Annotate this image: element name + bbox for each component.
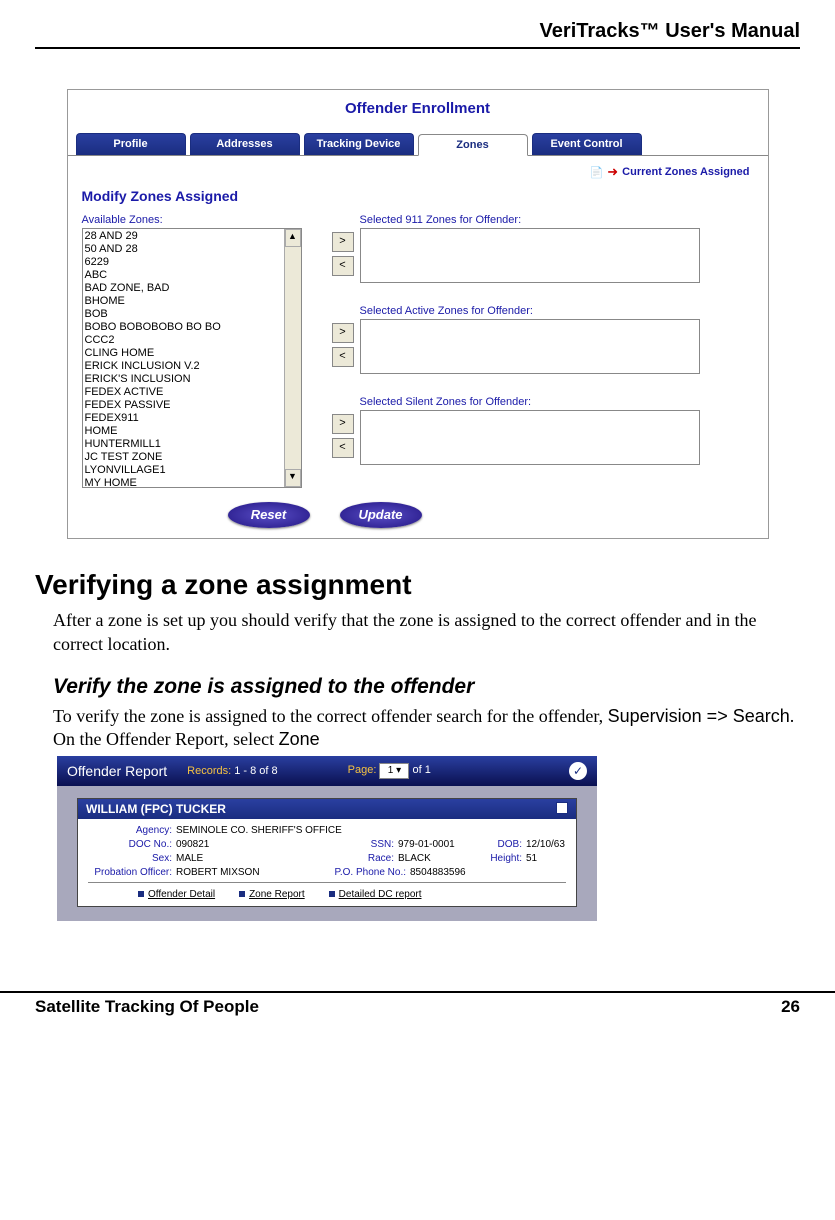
phone-label: P.O. Phone No.: [326,867,410,878]
list-item[interactable]: CCC2 [85,334,299,347]
list-item[interactable]: ERICK'S INCLUSION [85,373,299,386]
bullet-icon [329,891,335,897]
list-item[interactable]: BOB [85,308,299,321]
selected-911-listbox[interactable] [360,228,700,283]
list-item[interactable]: BOBO BOBOBOBO BO BO [85,321,299,334]
offender-card: WILLIAM (FPC) TUCKER Agency: SEMINOLE CO… [77,798,577,907]
remove-911-button[interactable]: < [332,256,354,276]
records-value: 1 - 8 of 8 [234,765,277,777]
height-label: Height: [478,853,526,864]
check-icon[interactable]: ✓ [569,762,587,780]
ssn-value: 979-01-0001 [398,839,478,850]
race-value: BLACK [398,853,478,864]
list-item[interactable]: HOME [85,425,299,438]
manual-title: VeriTracks™ User's Manual [35,20,800,43]
document-icon: 📄 [590,166,604,179]
reset-button[interactable]: Reset [228,502,310,528]
paragraph: To verify the zone is assigned to the co… [35,705,800,753]
zone-report-link[interactable]: Zone Report [249,889,305,900]
page-select[interactable]: 1 ▾ [379,763,409,779]
scroll-down-icon[interactable]: ▼ [285,469,301,487]
list-item[interactable]: 28 AND 29 [85,230,299,243]
list-item[interactable]: BAD ZONE, BAD [85,282,299,295]
scroll-up-icon[interactable]: ▲ [285,229,301,247]
add-active-button[interactable]: > [332,323,354,343]
enrollment-screenshot: Offender Enrollment Profile Addresses Tr… [67,89,769,539]
subsection-heading: Verify the zone is assigned to the offen… [35,675,800,699]
offender-name: WILLIAM (FPC) TUCKER [86,802,226,816]
offender-detail-link[interactable]: Offender Detail [148,889,215,900]
page-of: of 1 [413,764,431,776]
bullet-icon [138,891,144,897]
list-item[interactable]: JC TEST ZONE [85,451,299,464]
report-header: Offender Report Records: 1 - 8 of 8 Page… [57,756,597,786]
list-item[interactable]: ABC [85,269,299,282]
tab-addresses[interactable]: Addresses [190,133,300,155]
doc-value: 090821 [176,839,326,850]
remove-silent-button[interactable]: < [332,438,354,458]
list-item[interactable]: FEDEX911 [85,412,299,425]
update-button[interactable]: Update [340,502,422,528]
list-item[interactable]: BHOME [85,295,299,308]
sex-value: MALE [176,853,326,864]
enrollment-title: Offender Enrollment [68,90,768,133]
ssn-label: SSN: [326,839,398,850]
available-zones-label: Available Zones: [82,214,302,226]
list-item[interactable]: MY HOME [85,477,299,488]
page-footer: Satellite Tracking Of People 26 [0,991,835,1037]
scrollbar[interactable]: ▲ ▼ [284,229,301,487]
arrow-icon: ➜ [607,164,618,180]
race-label: Race: [326,853,398,864]
selected-active-listbox[interactable] [360,319,700,374]
divider [88,882,566,883]
phone-value: 8504883596 [410,867,466,878]
page-number: 26 [781,997,800,1017]
list-item[interactable]: HUNTERMILL1 [85,438,299,451]
tab-profile[interactable]: Profile [76,133,186,155]
po-label: Probation Officer: [88,867,176,878]
header-divider [35,47,800,49]
list-item[interactable]: ERICK INCLUSION V.2 [85,360,299,373]
page-label: Page: [348,764,377,776]
tab-bar: Profile Addresses Tracking Device Zones … [68,133,768,156]
selected-active-label: Selected Active Zones for Offender: [360,305,754,317]
tab-tracking-device[interactable]: Tracking Device [304,133,414,155]
tab-event-control[interactable]: Event Control [532,133,642,155]
agency-value: SEMINOLE CO. SHERIFF'S OFFICE [176,825,342,836]
height-value: 51 [526,853,537,864]
detailed-dc-report-link[interactable]: Detailed DC report [339,889,422,900]
bullet-icon [239,891,245,897]
offender-report-screenshot: Offender Report Records: 1 - 8 of 8 Page… [57,756,597,921]
tab-zones[interactable]: Zones [418,134,528,156]
card-toggle-icon[interactable] [556,802,568,814]
remove-active-button[interactable]: < [332,347,354,367]
add-911-button[interactable]: > [332,232,354,252]
agency-label: Agency: [88,825,176,836]
modify-zones-title: Modify Zones Assigned [68,184,768,214]
section-heading: Verifying a zone assignment [35,569,800,601]
paragraph: After a zone is set up you should verify… [35,609,800,657]
selected-911-label: Selected 911 Zones for Offender: [360,214,754,226]
footer-left: Satellite Tracking Of People [35,997,259,1017]
list-item[interactable]: 6229 [85,256,299,269]
doc-label: DOC No.: [88,839,176,850]
dob-label: DOB: [478,839,526,850]
available-zones-listbox[interactable]: 28 AND 29 50 AND 28 6229 ABC BAD ZONE, B… [82,228,302,488]
sex-label: Sex: [88,853,176,864]
selected-silent-label: Selected Silent Zones for Offender: [360,396,754,408]
po-value: ROBERT MIXSON [176,867,326,878]
current-zones-link[interactable]: Current Zones Assigned [622,166,749,178]
selected-silent-listbox[interactable] [360,410,700,465]
list-item[interactable]: FEDEX ACTIVE [85,386,299,399]
list-item[interactable]: FEDEX PASSIVE [85,399,299,412]
dob-value: 12/10/63 [526,839,565,850]
add-silent-button[interactable]: > [332,414,354,434]
report-title: Offender Report [67,763,167,779]
list-item[interactable]: CLING HOME [85,347,299,360]
list-item[interactable]: 50 AND 28 [85,243,299,256]
records-label: Records: [187,765,231,777]
list-item[interactable]: LYONVILLAGE1 [85,464,299,477]
